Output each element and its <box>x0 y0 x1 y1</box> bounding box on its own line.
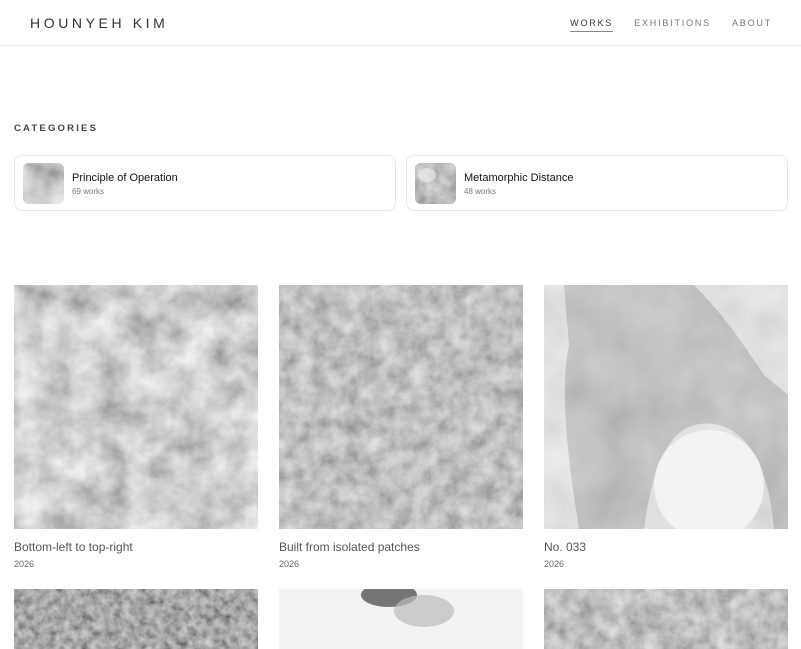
category-count: 48 works <box>464 187 497 196</box>
work-card[interactable]: Built from isolated patches 2026 <box>279 285 523 569</box>
categories-heading: CATEGORIES <box>14 123 99 134</box>
category-name: Principle of Operation <box>72 172 178 184</box>
work-image-partial[interactable] <box>14 589 258 649</box>
nav-about[interactable]: ABOUT <box>732 18 772 32</box>
work-image-partial[interactable] <box>279 589 523 649</box>
site-header: HOUNYEH KIM WORKS EXHIBITIONS ABOUT <box>0 0 801 46</box>
nav-exhibitions[interactable]: EXHIBITIONS <box>634 18 711 32</box>
work-card[interactable]: No. 033 2026 <box>544 285 788 569</box>
work-year: 2026 <box>544 559 565 569</box>
work-title: Bottom-left to top-right <box>14 540 133 554</box>
category-count: 69 works <box>72 187 105 196</box>
work-year: 2026 <box>279 559 300 569</box>
main-nav: WORKS EXHIBITIONS ABOUT <box>570 18 772 32</box>
work-card[interactable]: Bottom-left to top-right 2026 <box>14 285 258 569</box>
work-image <box>279 285 523 529</box>
category-thumbnail <box>23 163 64 204</box>
work-image <box>544 285 788 529</box>
category-card-principle-of-operation[interactable]: Principle of Operation 69 works <box>14 155 396 211</box>
work-year: 2026 <box>14 559 35 569</box>
category-thumbnail <box>415 163 456 204</box>
category-name: Metamorphic Distance <box>464 172 574 184</box>
work-title: Built from isolated patches <box>279 540 420 554</box>
site-logo[interactable]: HOUNYEH KIM <box>30 15 168 31</box>
category-card-metamorphic-distance[interactable]: Metamorphic Distance 48 works <box>406 155 788 211</box>
nav-works[interactable]: WORKS <box>570 18 614 32</box>
work-title: No. 033 <box>544 540 587 554</box>
work-image <box>14 285 258 529</box>
work-image-partial[interactable] <box>544 589 788 649</box>
